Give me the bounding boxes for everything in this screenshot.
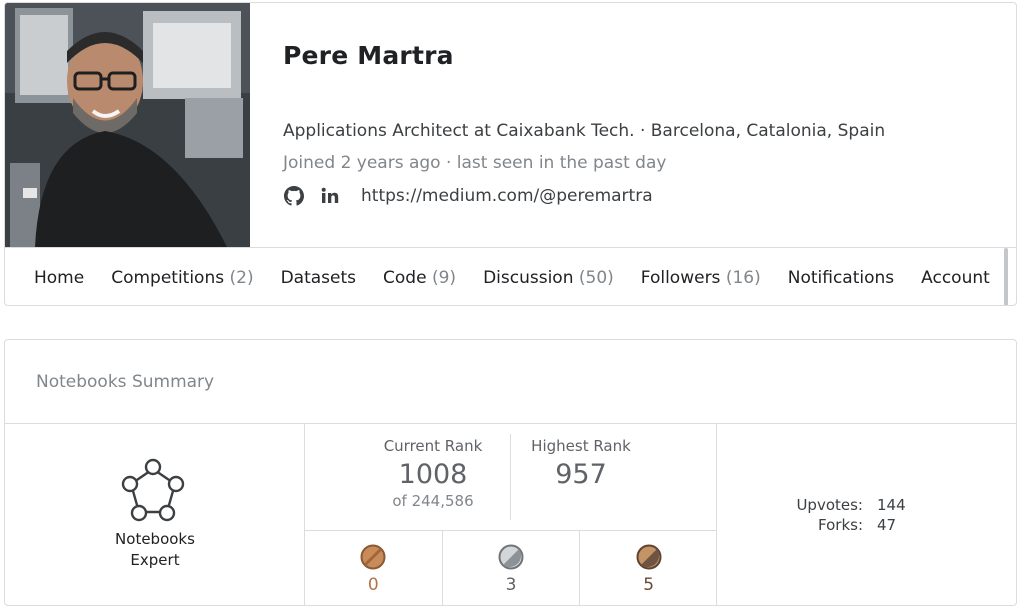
profile-links: https://medium.com/@peremartra [283, 185, 653, 207]
profile-card: Pere Martra Applications Architect at Ca… [4, 2, 1017, 306]
tab-code[interactable]: Code (9) [383, 268, 456, 288]
bronze-medal-cell: 5 [580, 531, 717, 605]
tab-home[interactable]: Home [34, 268, 84, 288]
votes-section: Upvotes: 144 Forks: 47 [717, 424, 1016, 605]
silver-medal-cell: 3 [443, 531, 581, 605]
tab-datasets[interactable]: Datasets [281, 268, 356, 288]
tab-label: Competitions [111, 267, 225, 288]
forks-row: Forks: 47 [717, 516, 1016, 536]
tab-label: Home [34, 267, 85, 288]
tab-label: Code [383, 267, 427, 288]
gold-medal-count: 0 [367, 575, 379, 595]
tier-label: Notebooks Expert [5, 529, 305, 571]
highest-rank: Highest Rank 957 [511, 437, 651, 490]
tab-notifications[interactable]: Notifications [788, 268, 894, 288]
tab-competitions[interactable]: Competitions (2) [111, 268, 253, 288]
linkedin-icon[interactable] [319, 185, 341, 207]
tab-account[interactable]: Account [921, 268, 990, 288]
tab-label: Account [921, 267, 990, 288]
votes-list: Upvotes: 144 Forks: 47 [717, 496, 1016, 536]
tier-label-line1: Notebooks [115, 530, 195, 548]
tab-count: (16) [725, 267, 761, 288]
tier-section: Notebooks Expert [5, 424, 305, 605]
upvotes-value: 144 [877, 496, 906, 514]
tab-count: (9) [431, 267, 457, 288]
forks-label: Forks: [818, 516, 863, 534]
highest-rank-value: 957 [555, 459, 607, 490]
tab-label: Datasets [280, 267, 357, 288]
upvotes-label: Upvotes: [796, 496, 863, 514]
tab-count: (50) [578, 267, 614, 288]
nav-scrollbar[interactable] [1004, 248, 1008, 305]
silver-medal-icon [498, 544, 524, 570]
bronze-medal-icon [636, 544, 662, 570]
profile-bio: Applications Architect at Caixabank Tech… [283, 121, 886, 141]
silver-medal-count: 3 [505, 575, 517, 595]
upvotes-row: Upvotes: 144 [717, 496, 1016, 516]
tab-discussion[interactable]: Discussion (50) [483, 268, 614, 288]
tab-count: (2) [229, 267, 254, 288]
notebooks-summary-card: Notebooks Summary Notebooks Expert Curre… [4, 339, 1017, 606]
profile-name: Pere Martra [283, 41, 454, 70]
summary-title: Notebooks Summary [36, 372, 215, 392]
avatar[interactable] [5, 3, 250, 247]
rank-section: Current Rank 1008 of 244,586 Highest Ran… [305, 424, 717, 605]
current-rank-of: of 244,586 [392, 492, 474, 510]
forks-value: 47 [877, 516, 897, 534]
notebooks-expert-icon [121, 458, 185, 522]
tab-label: Discussion [483, 267, 574, 288]
gold-medal-cell: 0 [305, 531, 443, 605]
website-link[interactable]: https://medium.com/@peremartra [361, 186, 653, 206]
tab-followers[interactable]: Followers (16) [641, 268, 761, 288]
github-icon[interactable] [283, 185, 305, 207]
profile-joined: Joined 2 years ago · last seen in the pa… [283, 153, 667, 173]
bronze-medal-count: 5 [643, 575, 655, 595]
tier-label-line2: Expert [130, 551, 180, 569]
rank-top: Current Rank 1008 of 244,586 Highest Ran… [305, 424, 717, 530]
summary-header: Notebooks Summary [5, 340, 1016, 424]
medals-row: 0 3 5 [305, 530, 717, 605]
avatar-photo [5, 3, 250, 247]
tab-label: Followers [640, 267, 721, 288]
tab-label: Notifications [787, 267, 895, 288]
gold-medal-icon [360, 544, 386, 570]
profile-info: Pere Martra Applications Architect at Ca… [283, 3, 1016, 247]
highest-rank-label: Highest Rank [531, 437, 631, 455]
profile-nav-tabs: Home Competitions (2) Datasets Code (9) … [5, 247, 1016, 305]
